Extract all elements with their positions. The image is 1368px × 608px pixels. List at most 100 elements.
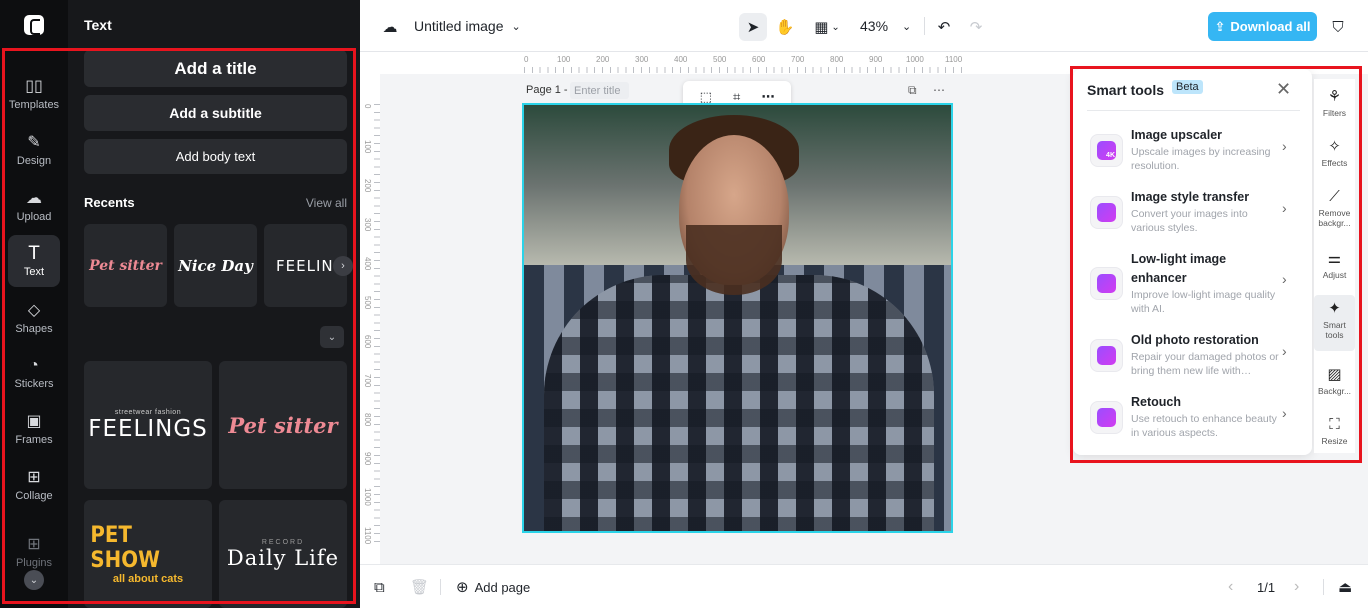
right-rail-resize[interactable]: ⛶ Resize [1314, 417, 1355, 447]
template-text: PET SHOW [90, 523, 160, 573]
ruler-label: 800 [830, 55, 844, 64]
chevron-down-icon: ⌄ [902, 20, 912, 33]
recent-text-item[interactable]: Pet sitter [84, 224, 167, 307]
page-more-icon[interactable]: ⋯ [933, 83, 945, 97]
rail-item-upload[interactable]: ☁ Upload [8, 180, 60, 232]
hand-pan-icon[interactable]: ✋ [771, 13, 799, 41]
add-subtitle-button[interactable]: Add a subtitle [84, 95, 347, 131]
tool-icon-fill [1097, 203, 1116, 222]
shield-icon[interactable]: ⛉ [1324, 13, 1352, 41]
rail-item-stickers[interactable]: ◔ Stickers [8, 347, 60, 399]
panel-title: Text [84, 17, 112, 33]
rail-item-frames[interactable]: ▣ Frames [8, 403, 60, 455]
page-label: Page 1 - [526, 84, 568, 96]
ruler-label: 200 [596, 55, 610, 64]
duplicate-page-icon[interactable]: ⧉ [908, 83, 917, 98]
right-rail-adjust[interactable]: ⚌ Adjust [1314, 251, 1355, 281]
image-upscaler-icon: 4K [1090, 134, 1123, 167]
tool-low-light-enhancer[interactable]: Low-light image enhancer Improve low-lig… [1087, 248, 1305, 318]
add-body-text-button[interactable]: Add body text [84, 139, 347, 174]
right-rail-background[interactable]: ▨ Backgr... [1314, 367, 1355, 397]
beta-badge: Beta [1172, 80, 1203, 94]
template-subtext: RECORD [261, 538, 305, 546]
previous-page-chevron-left-icon[interactable]: ‹ [1228, 565, 1233, 608]
photo-shirt [544, 275, 934, 531]
page-panel-toggle-icon[interactable]: ⏏ [1338, 565, 1352, 608]
view-all-link[interactable]: View all [306, 196, 347, 210]
chevron-right-icon: › [1282, 138, 1287, 154]
rail-item-templates[interactable]: ▯▯ Templates [8, 68, 60, 120]
plugins-icon: ⊞ [27, 535, 41, 553]
text-template-item[interactable]: Pet sitter [219, 361, 347, 489]
tool-old-photo-restoration[interactable]: Old photo restoration Repair your damage… [1087, 329, 1305, 381]
tool-image-upscaler[interactable]: 4K Image upscaler Upscale images by incr… [1087, 124, 1305, 176]
left-rail: ▯▯ Templates ✎ Design ☁ Upload T Text ◇ … [0, 0, 68, 608]
duplicate-icon[interactable]: ⧉ [374, 565, 385, 608]
ruler-label: 100 [363, 140, 372, 154]
undo-icon[interactable]: ↶ [930, 13, 958, 41]
ruler-label: 1000 [906, 55, 924, 64]
page-count: 1/1 [1257, 579, 1276, 595]
close-icon[interactable]: ✕ [1276, 79, 1291, 100]
bottom-bar: ⧉ 🗑 ⊕ Add page ‹ 1/1 › ⏏ [360, 564, 1368, 608]
tool-name: Image style transfer [1131, 190, 1250, 204]
rail-item-text[interactable]: T Text [8, 235, 60, 287]
expand-chevron-down-icon[interactable]: ⌄ [320, 326, 344, 348]
smart-tools-title: Smart tools [1087, 82, 1165, 98]
rail-item-label: Text [23, 265, 45, 278]
tool-image-style-transfer[interactable]: Image style transfer Convert your images… [1087, 186, 1305, 238]
right-rail-remove-background[interactable]: ⟋ Remove backgr... [1314, 189, 1355, 229]
divider [440, 579, 441, 595]
document-title[interactable]: Untitled image ⌄ [414, 0, 521, 52]
trash-icon[interactable]: 🗑 [410, 565, 429, 608]
add-title-button[interactable]: Add a title [84, 50, 347, 87]
canvas-photo[interactable] [522, 103, 953, 533]
app-logo-icon[interactable] [24, 15, 44, 35]
download-all-button[interactable]: ⇪ Download all [1208, 12, 1317, 41]
right-rail-label: Smart tools [1323, 320, 1346, 340]
chevron-down-icon: ⌄ [831, 21, 840, 33]
rail-expand-chevron-down-icon[interactable]: ⌄ [24, 570, 44, 590]
ruler-ticks [524, 67, 964, 73]
design-icon: ✎ [27, 133, 41, 151]
frames-icon: ▣ [26, 412, 42, 430]
rail-item-label: Stickers [14, 377, 54, 390]
zoom-dropdown[interactable]: 43% ⌄ [860, 0, 911, 52]
chevron-right-icon: › [1282, 271, 1287, 287]
tool-icon-fill [1097, 274, 1116, 293]
rail-item-collage[interactable]: ⊞ Collage [8, 459, 60, 511]
right-rail-effects[interactable]: ✧ Effects [1314, 139, 1355, 169]
text-template-item[interactable]: streetwear fashion FEELINGS [84, 361, 212, 489]
recents-next-chevron-right-icon[interactable]: › [333, 256, 353, 276]
tool-retouch[interactable]: Retouch Use retouch to enhance beauty in… [1087, 391, 1305, 443]
template-text: Daily Life [226, 545, 340, 570]
select-pointer-icon[interactable]: ➤ [739, 13, 767, 41]
page-title-input[interactable]: Enter title [570, 82, 629, 99]
ruler-label: 1100 [945, 55, 963, 64]
cloud-sync-icon[interactable]: ☁ [376, 13, 404, 41]
ruler-label: 500 [713, 55, 727, 64]
ruler-label: 600 [363, 335, 372, 349]
text-template-item[interactable]: PET SHOW all about cats [84, 500, 212, 608]
layout-dropdown[interactable]: ▦ ⌄ [807, 13, 847, 41]
rail-item-shapes[interactable]: ◇ Shapes [8, 292, 60, 344]
ruler-label: 200 [363, 179, 372, 193]
right-rail-label: Adjust [1322, 270, 1347, 280]
next-page-chevron-right-icon[interactable]: › [1294, 565, 1299, 608]
right-rail-label: Effects [1321, 158, 1348, 168]
ruler-label: 0 [524, 55, 529, 64]
add-page-button[interactable]: ⊕ Add page [456, 565, 530, 608]
ruler-label: 400 [674, 55, 688, 64]
low-light-moon-icon [1090, 267, 1123, 300]
redo-icon[interactable]: ↷ [962, 13, 990, 41]
ruler-label: 900 [869, 55, 883, 64]
text-template-item[interactable]: RECORD Daily Life [219, 500, 347, 608]
right-rail-filters[interactable]: ⚘ Filters [1314, 89, 1355, 119]
recent-text-item[interactable]: Nice Day [174, 224, 257, 307]
right-rail-smart-tools[interactable]: ✦ Smart tools [1314, 295, 1355, 351]
photo-restoration-icon [1090, 339, 1123, 372]
rail-item-label: Templates [8, 98, 60, 111]
tool-icon-fill [1097, 346, 1116, 365]
rail-item-design[interactable]: ✎ Design [8, 124, 60, 176]
right-rail-label: Remove backgr... [1318, 208, 1351, 228]
